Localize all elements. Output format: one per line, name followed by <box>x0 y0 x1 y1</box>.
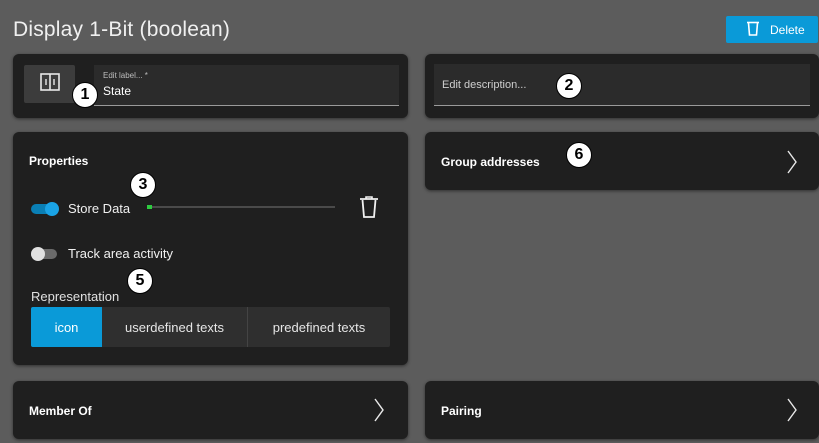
door-icon <box>39 72 60 96</box>
description-field[interactable]: Edit description... <box>434 64 810 106</box>
callout-badge-5: 5 <box>127 268 153 294</box>
track-area-toggle[interactable] <box>31 246 61 262</box>
member-of-title: Member Of <box>29 404 92 418</box>
chevron-right-icon <box>787 150 797 174</box>
callout-badge-3: 3 <box>130 172 156 198</box>
pairing-card[interactable]: Pairing <box>425 381 819 439</box>
properties-card: Properties Store Data Track area activit… <box>13 132 408 365</box>
clear-data-button[interactable] <box>359 196 381 220</box>
callout-badge-2: 2 <box>556 73 582 99</box>
chevron-right-icon <box>374 398 384 422</box>
properties-title: Properties <box>29 154 89 168</box>
page-title: Display 1-Bit (boolean) <box>13 18 231 41</box>
representation-option-icon[interactable]: icon <box>31 307 102 347</box>
representation-label: Representation <box>31 289 120 304</box>
icon-picker-button[interactable] <box>24 65 75 103</box>
trash-icon <box>746 20 760 39</box>
store-data-label: Store Data <box>68 201 131 216</box>
group-addresses-title: Group addresses <box>441 155 540 169</box>
trash-icon <box>359 196 379 222</box>
label-card: Edit label... * State <box>13 54 408 118</box>
callout-badge-1: 1 <box>72 82 98 108</box>
delete-label: Delete <box>770 22 805 37</box>
delete-button[interactable]: Delete <box>726 16 818 43</box>
representation-segmented-control: icon userdefined texts predefined texts <box>31 307 390 347</box>
label-field[interactable]: Edit label... * State <box>94 65 399 106</box>
member-of-card[interactable]: Member Of <box>13 381 408 439</box>
chevron-right-icon <box>787 398 797 422</box>
description-card: Edit description... <box>425 54 819 118</box>
label-field-floating-label: Edit label... * <box>103 71 148 80</box>
store-data-toggle[interactable] <box>31 201 61 217</box>
callout-badge-6: 6 <box>566 142 592 168</box>
storage-progress-bar <box>147 205 335 209</box>
label-field-value: State <box>103 84 132 98</box>
track-area-label: Track area activity <box>68 246 173 261</box>
group-addresses-card[interactable]: Group addresses <box>425 132 819 190</box>
representation-option-userdefined[interactable]: userdefined texts <box>102 307 248 347</box>
representation-option-predefined[interactable]: predefined texts <box>248 307 390 347</box>
storage-progress-fill <box>147 205 152 209</box>
description-placeholder: Edit description... <box>442 79 527 91</box>
pairing-title: Pairing <box>441 404 482 418</box>
